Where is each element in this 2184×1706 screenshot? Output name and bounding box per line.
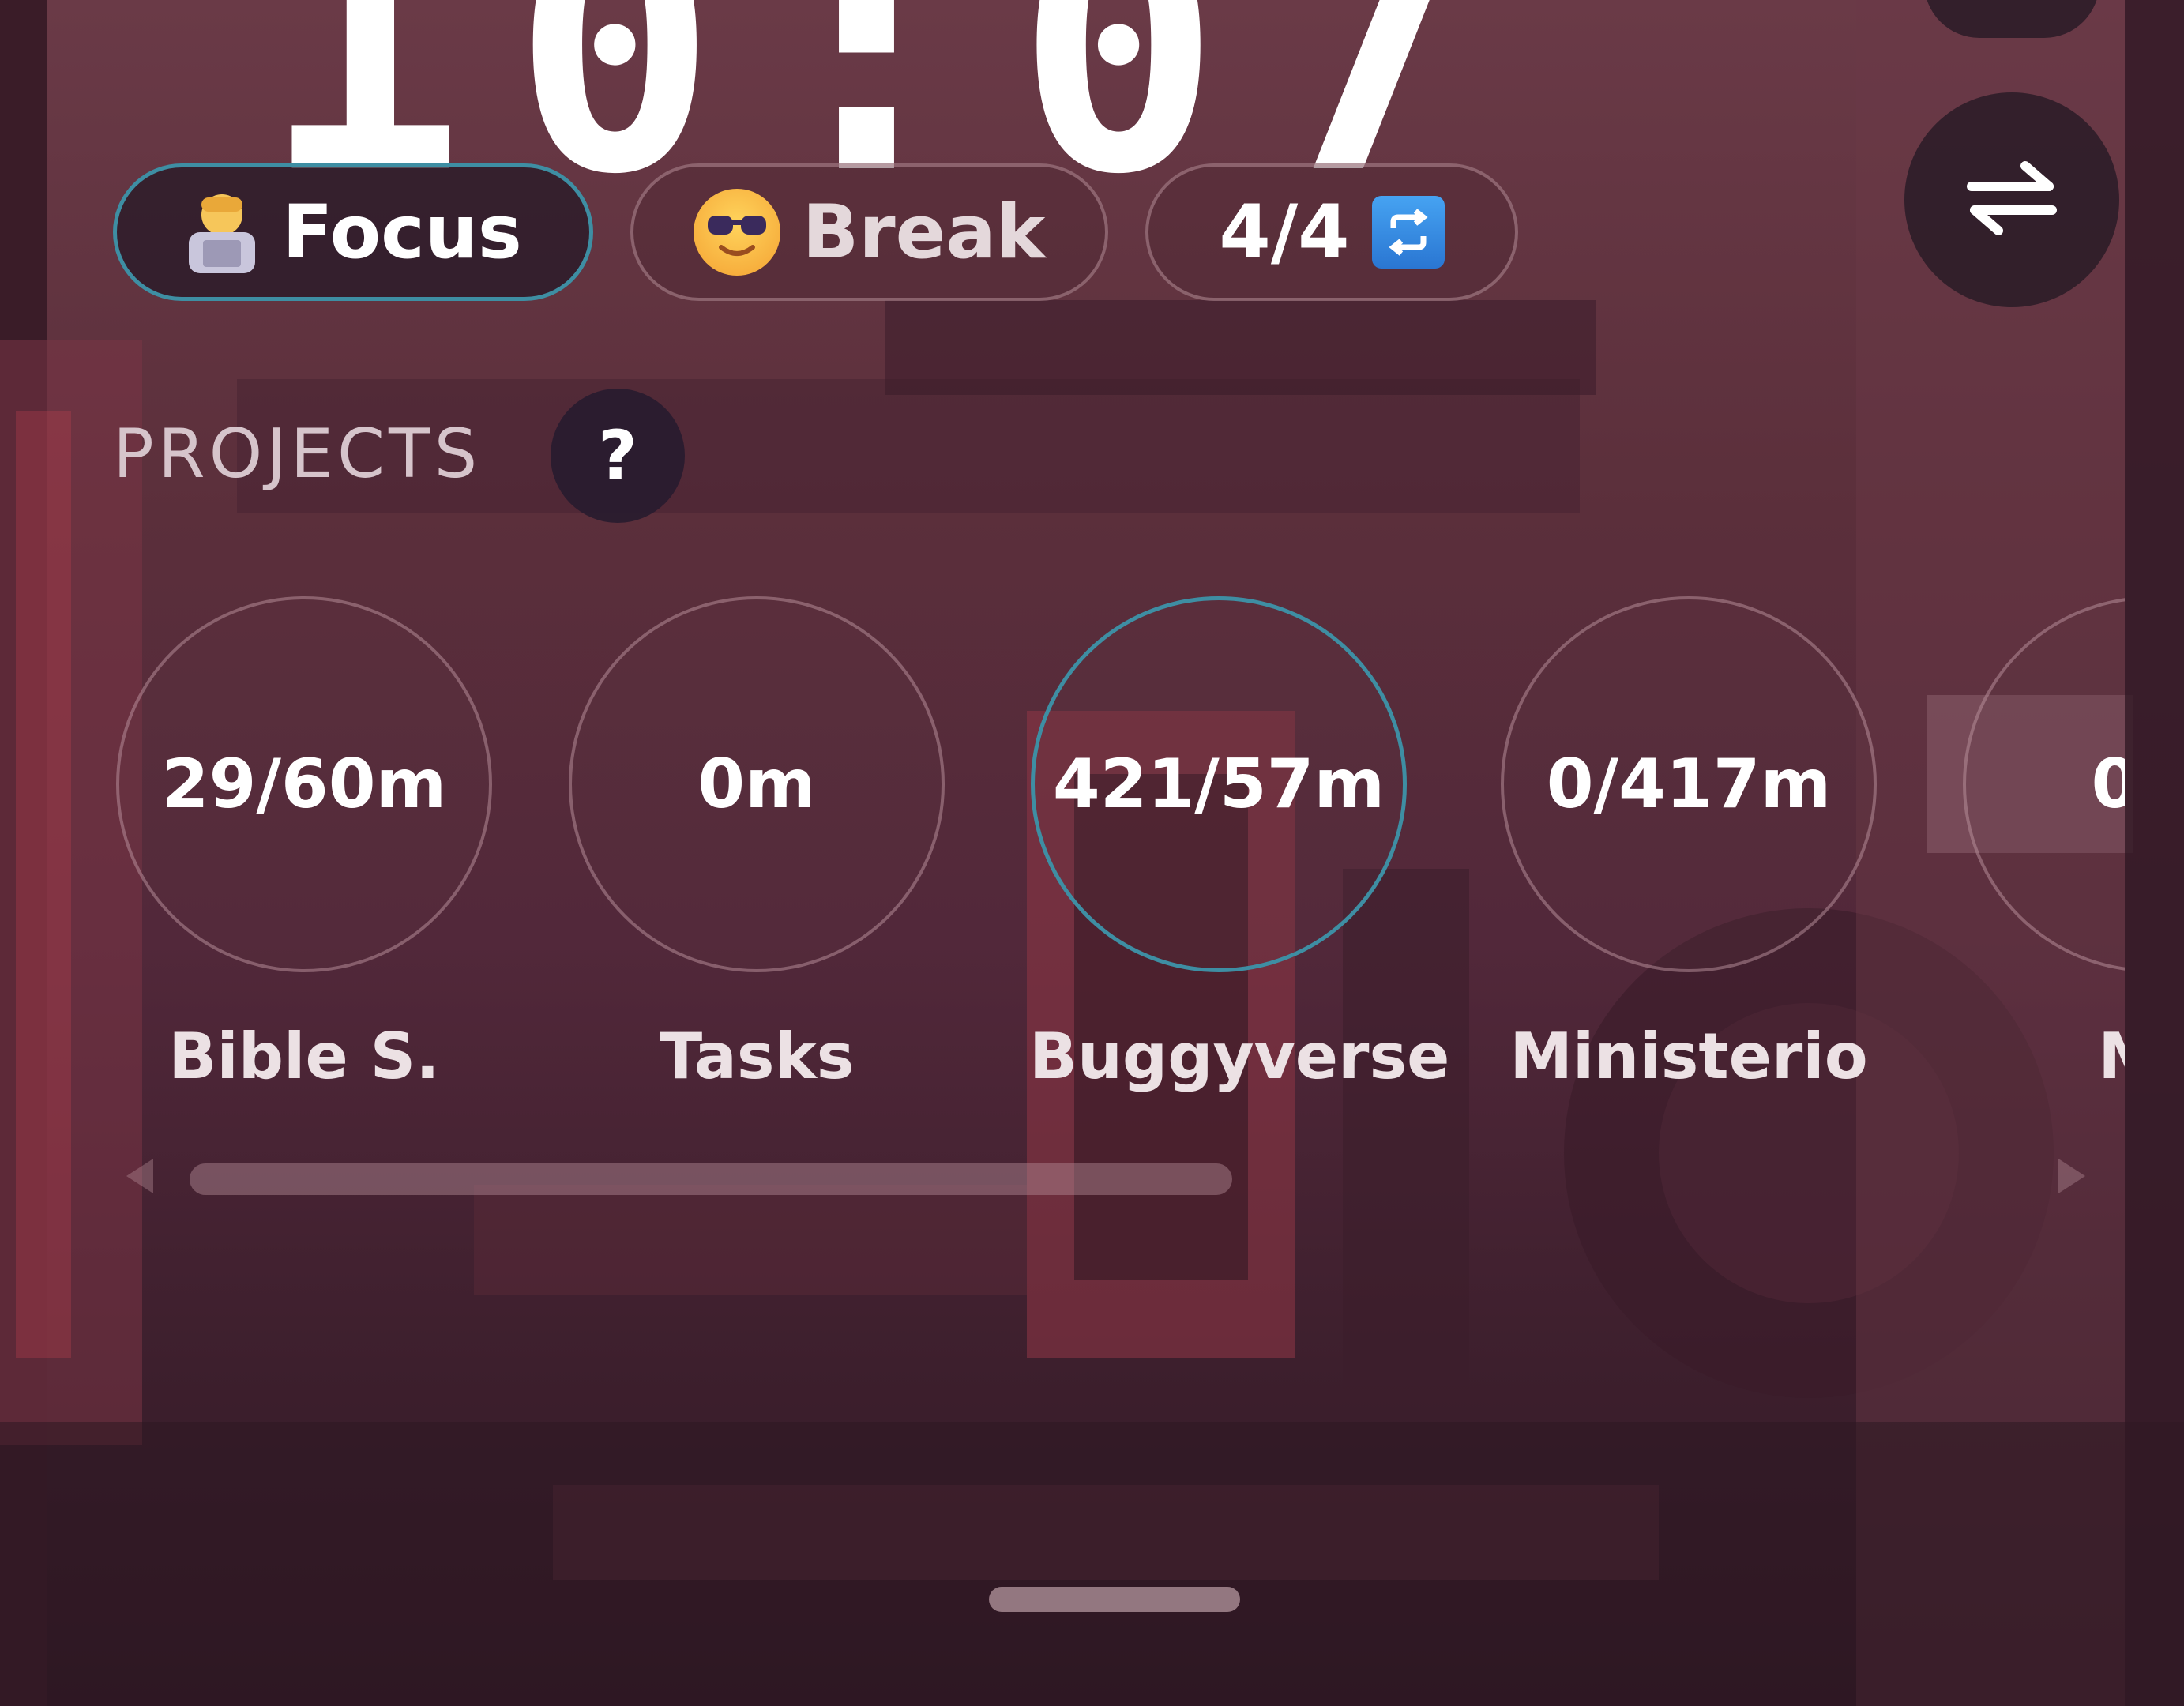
focus-label: Focus: [282, 189, 522, 276]
bottom-sheet-handle[interactable]: [989, 1587, 1240, 1612]
project-name: Buggyverse: [1029, 1020, 1450, 1093]
project-progress-ring: 421/57m: [1031, 596, 1407, 972]
focus-mode-chip[interactable]: Focus: [113, 163, 593, 301]
project-name: Bible S.: [168, 1020, 440, 1093]
scrollbar-thumb[interactable]: [190, 1163, 1232, 1195]
swap-button[interactable]: [1904, 92, 2119, 307]
project-name: Tasks: [659, 1020, 855, 1093]
swap-arrows-icon: [1960, 155, 2063, 245]
project-item-selected[interactable]: 421/57m Buggyverse: [1029, 596, 1450, 1093]
repeat-arrows-icon: [1371, 196, 1445, 269]
break-mode-chip[interactable]: Break: [630, 163, 1108, 301]
scroll-right-arrow-icon[interactable]: [2058, 1159, 2085, 1193]
project-item[interactable]: 29/60m Bible S.: [115, 596, 494, 1093]
project-name: Ma: [1961, 1020, 2125, 1093]
project-progress-ring: 0/417m: [1501, 596, 1877, 972]
break-label: Break: [802, 189, 1046, 276]
projects-carousel[interactable]: 29/60m Bible S. 0m Tasks 421/57m Buggyve…: [0, 596, 2125, 1149]
project-name: Ministerio: [1509, 1020, 1868, 1093]
scroll-left-arrow-icon[interactable]: [126, 1159, 153, 1193]
sunglasses-face-icon: [693, 189, 780, 276]
projects-scrollbar[interactable]: [126, 1157, 2085, 1195]
project-progress-ring: 0m: [569, 596, 945, 972]
cycle-count-chip[interactable]: 4/4: [1145, 163, 1518, 301]
cycle-count-label: 4/4: [1219, 189, 1350, 276]
technologist-icon: [184, 191, 260, 273]
project-progress-ring: 29/60m: [116, 596, 492, 972]
project-item[interactable]: 0m Tasks: [567, 596, 946, 1093]
project-item[interactable]: 0/417m Ministerio: [1499, 596, 1878, 1093]
project-progress-ring: 0/1: [1963, 596, 2125, 972]
project-item[interactable]: 0/1 Ma: [1961, 596, 2125, 1093]
projects-heading: PROJECTS: [113, 415, 482, 494]
projects-help-button[interactable]: ?: [551, 389, 685, 523]
